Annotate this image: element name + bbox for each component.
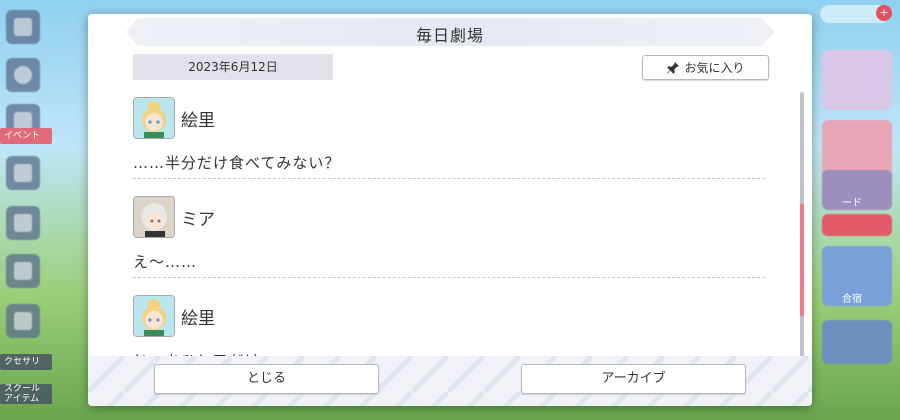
date-label: 2023年6月12日 [133, 54, 333, 80]
scrollbar-thumb[interactable] [800, 204, 804, 316]
accessory-label: クセサリ [0, 354, 52, 370]
background-right-menu: + ード 合宿 [808, 0, 900, 420]
event-label: イベント [0, 128, 52, 144]
chat-icon [6, 58, 40, 92]
tile-label: ード [842, 198, 862, 209]
divider [133, 178, 765, 179]
dialogue-line: え〜…… [133, 253, 198, 271]
speaker-name: 絵里 [181, 110, 215, 131]
speaker-row: ミア [133, 193, 765, 241]
divider [133, 277, 765, 278]
dialogue-entry: 絵里 ……半分だけ食べてみない？ [133, 94, 765, 179]
speaker-row: 絵里 [133, 94, 765, 142]
dialogue-entry: ミア え〜…… [133, 193, 765, 278]
avatar-eri [133, 97, 175, 139]
tile-label: 合宿 [842, 294, 862, 305]
background-left-menu: イベント クセサリ スクール アイテム [0, 0, 52, 420]
pin-icon [667, 61, 680, 74]
gift-icon [6, 156, 40, 190]
modal-footer: とじる アーカイブ [88, 356, 812, 406]
tile [822, 320, 892, 364]
menu-icon [6, 10, 40, 44]
dialogue-line: ……半分だけ食べてみない？ [133, 154, 341, 172]
archive-button[interactable]: アーカイブ [521, 364, 746, 394]
favorite-label: お気に入り [684, 61, 745, 75]
scrollbar[interactable] [800, 92, 804, 360]
school-item-label: スクール アイテム [0, 384, 52, 404]
plus-icon: + [876, 5, 892, 21]
tile [822, 214, 892, 236]
modal-title: 毎日劇場 [415, 26, 484, 45]
speaker-row: 絵里 [133, 292, 765, 340]
speaker-name: ミア [181, 209, 215, 230]
tv-icon [6, 206, 40, 240]
daily-theater-modal: 毎日劇場 2023年6月12日 お気に入り 絵里 ……半分だけ食べてみない？ ミ… [88, 14, 812, 406]
close-button[interactable]: とじる [154, 364, 379, 394]
tile [822, 50, 892, 110]
trophy-icon [6, 254, 40, 288]
title-bar: 毎日劇場 [126, 18, 774, 46]
speaker-name: 絵里 [181, 308, 215, 329]
avatar-eri [133, 295, 175, 337]
dialogue-entry: 絵里 じゃあひと口だけ [133, 292, 765, 364]
expand-icon [6, 304, 40, 338]
avatar-mia [133, 196, 175, 238]
dialogue-list[interactable]: 絵里 ……半分だけ食べてみない？ ミア え〜…… 絵里 [133, 94, 765, 364]
favorite-button[interactable]: お気に入り [642, 55, 769, 80]
